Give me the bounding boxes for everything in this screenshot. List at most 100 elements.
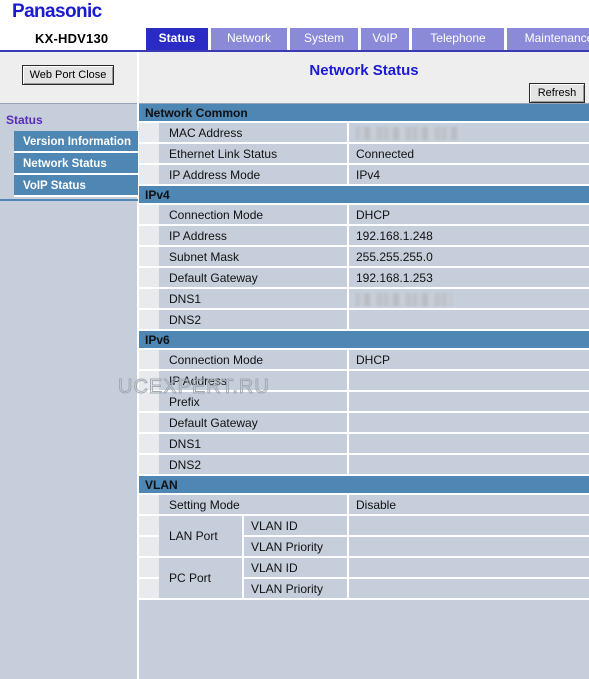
table-row: DNS2: [139, 310, 589, 331]
row-indent: [139, 392, 159, 413]
page-body: Web Port Close Status Version Informatio…: [0, 52, 589, 679]
row-label: Ethernet Link Status: [159, 144, 349, 165]
brand-bar: Panasonic: [0, 0, 589, 28]
section-title: IPv4: [139, 186, 589, 205]
row-label: DNS2: [159, 310, 349, 331]
row-value: IPv4: [349, 165, 589, 186]
table-row: IP Address: [139, 371, 589, 392]
main-content: Network Status Refresh Network Common MAC…: [139, 52, 589, 679]
redacted-value: [356, 292, 452, 306]
section-header-row: VLAN: [139, 476, 589, 495]
row-indent: [139, 165, 159, 186]
refresh-button[interactable]: Refresh: [529, 83, 585, 103]
row-label: Prefix: [159, 392, 349, 413]
row-label: MAC Address: [159, 123, 349, 144]
tab-network[interactable]: Network: [211, 28, 287, 50]
row-indent: [139, 516, 159, 537]
row-label: Default Gateway: [159, 413, 349, 434]
table-row: Prefix: [139, 392, 589, 413]
row-label: Subnet Mask: [159, 247, 349, 268]
row-value: [349, 434, 589, 455]
table-row: Subnet Mask 255.255.255.0: [139, 247, 589, 268]
row-value: 192.168.1.248: [349, 226, 589, 247]
row-label: Connection Mode: [159, 350, 349, 371]
tab-voip[interactable]: VoIP: [361, 28, 409, 50]
row-indent: [139, 455, 159, 476]
table-row: Connection Mode DHCP: [139, 350, 589, 371]
sidebar-toolbar: Web Port Close: [0, 52, 137, 104]
row-indent: [139, 310, 159, 331]
row-value: [349, 413, 589, 434]
row-sub-label: VLAN ID: [244, 516, 349, 537]
main-tabs: Status Network System VoIP Telephone Maintena…: [146, 28, 589, 50]
table-row: IP Address Mode IPv4: [139, 165, 589, 186]
row-sub-label: VLAN Priority: [244, 579, 349, 600]
row-indent: [139, 413, 159, 434]
row-value: [349, 123, 589, 144]
row-indent: [139, 289, 159, 310]
section-title: Network Common: [139, 104, 589, 123]
row-indent: [139, 371, 159, 392]
row-indent: [139, 537, 159, 558]
sidebar-menu: Version Information Network Status VoIP St…: [14, 131, 138, 197]
row-label: IP Address Mode: [159, 165, 349, 186]
page-title: Network Status: [309, 62, 419, 79]
row-indent: [139, 247, 159, 268]
web-port-close-button[interactable]: Web Port Close: [22, 65, 114, 85]
panasonic-logo: Panasonic: [12, 1, 102, 22]
tab-telephone[interactable]: Telephone: [412, 28, 504, 50]
sidebar-item-version-information[interactable]: Version Information: [14, 131, 138, 153]
row-indent: [139, 205, 159, 226]
row-label: IP Address: [159, 226, 349, 247]
row-value: [349, 310, 589, 331]
sidebar-item-voip-status[interactable]: VoIP Status: [14, 175, 138, 197]
tab-status[interactable]: Status: [146, 28, 208, 50]
row-indent: [139, 434, 159, 455]
row-label: IP Address: [159, 371, 349, 392]
table-row: LAN Port VLAN ID: [139, 516, 589, 558]
table-row: Default Gateway 192.168.1.253: [139, 268, 589, 289]
section-header-row: IPv4: [139, 186, 589, 205]
section-title: VLAN: [139, 476, 589, 495]
row-indent: [139, 495, 159, 516]
section-header-row: IPv6: [139, 331, 589, 350]
row-label: Default Gateway: [159, 268, 349, 289]
sidebar-item-network-status[interactable]: Network Status: [14, 153, 138, 175]
row-value: [349, 516, 589, 537]
redacted-value: [356, 126, 462, 140]
table-row: IP Address 192.168.1.248: [139, 226, 589, 247]
device-model-label: KX-HDV130: [35, 31, 109, 46]
row-value: [349, 392, 589, 413]
row-label: DNS1: [159, 434, 349, 455]
tab-maintenance[interactable]: Maintenance: [507, 28, 589, 50]
table-row: Ethernet Link Status Connected: [139, 144, 589, 165]
table-row: Setting Mode Disable: [139, 495, 589, 516]
table-row: Connection Mode DHCP: [139, 205, 589, 226]
row-indent: [139, 226, 159, 247]
row-value: [349, 558, 589, 579]
row-label: DNS2: [159, 455, 349, 476]
row-value: DHCP: [349, 350, 589, 371]
row-value: Disable: [349, 495, 589, 516]
row-value: [349, 455, 589, 476]
row-sub-label: VLAN Priority: [244, 537, 349, 558]
table-row: DNS1: [139, 289, 589, 310]
row-indent: [139, 579, 159, 600]
table-row: MAC Address: [139, 123, 589, 144]
row-value: [349, 579, 589, 600]
table-row: Default Gateway: [139, 413, 589, 434]
row-value: [349, 289, 589, 310]
row-value: 255.255.255.0: [349, 247, 589, 268]
row-group-label: LAN Port: [159, 516, 244, 558]
row-indent: [139, 123, 159, 144]
row-indent: [139, 558, 159, 579]
browser-page: Panasonic KX-HDV130 Status Network System V…: [0, 0, 589, 679]
sidebar-heading: Status: [6, 113, 43, 127]
row-group-label: PC Port: [159, 558, 244, 600]
tab-strip: KX-HDV130 Status Network System VoIP Telepho…: [0, 28, 589, 52]
row-indent: [139, 144, 159, 165]
sidebar-divider: [0, 199, 138, 201]
tab-system[interactable]: System: [290, 28, 358, 50]
table-row: DNS2: [139, 455, 589, 476]
row-sub-label: VLAN ID: [244, 558, 349, 579]
